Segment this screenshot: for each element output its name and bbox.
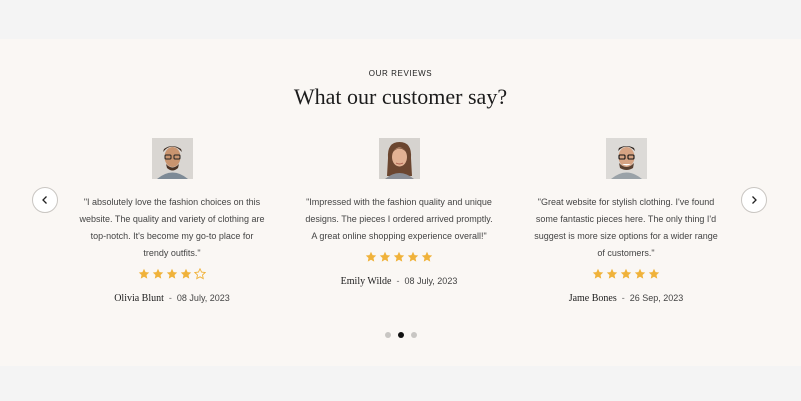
review-date: 08 July, 2023 — [404, 276, 458, 286]
review-card: "Impressed with the fashion quality and … — [304, 138, 494, 287]
reviewer-name: Olivia Blunt — [114, 293, 164, 304]
star-filled-icon — [393, 251, 405, 262]
section-title: What our customer say? — [293, 84, 508, 109]
separator: - — [621, 293, 625, 303]
star-filled-icon — [138, 268, 150, 279]
pagination-dot-1[interactable] — [384, 332, 391, 338]
star-filled-icon — [648, 268, 660, 279]
star-filled-icon — [606, 268, 618, 279]
review-quote: "I absolutely love the fashion choices o… — [79, 197, 265, 258]
review-quote: "Great website for stylish clothing. I'v… — [534, 197, 718, 258]
review-date: 26 Sep, 2023 — [629, 293, 684, 303]
star-rating — [77, 268, 267, 284]
review-meta: Olivia Blunt -08 July, 2023 — [77, 293, 267, 304]
review-meta: Jame Bones -26 Sep, 2023 — [531, 293, 721, 304]
reviewer-name: Emily Wilde — [340, 276, 392, 287]
separator: - — [396, 276, 400, 286]
review-date: 08 July, 2023 — [176, 293, 230, 303]
review-quote: "Impressed with the fashion quality and … — [305, 197, 493, 241]
avatar — [378, 138, 420, 179]
star-filled-icon — [152, 268, 164, 279]
star-rating — [304, 251, 494, 267]
star-filled-icon — [592, 268, 604, 279]
pagination-dot-3[interactable] — [410, 332, 417, 338]
star-rating — [531, 268, 721, 284]
star-filled-icon — [166, 268, 178, 279]
star-empty-icon — [194, 268, 206, 280]
section-eyebrow: OUR REVIEWS — [368, 69, 433, 78]
reviewer-name: Jame Bones — [568, 293, 617, 304]
chevron-right-icon — [752, 196, 757, 204]
prev-button[interactable] — [32, 187, 58, 213]
star-filled-icon — [620, 268, 632, 279]
avatar — [151, 138, 193, 179]
next-button[interactable] — [741, 187, 767, 213]
star-filled-icon — [634, 268, 646, 279]
avatar — [605, 138, 647, 179]
star-filled-icon — [180, 268, 192, 279]
star-filled-icon — [407, 251, 419, 262]
pagination-dot-2[interactable] — [397, 332, 404, 338]
pagination-dots — [0, 332, 801, 338]
star-filled-icon — [379, 251, 391, 262]
review-meta: Emily Wilde -08 July, 2023 — [304, 276, 494, 287]
separator: - — [168, 293, 172, 303]
star-filled-icon — [365, 251, 377, 262]
review-card: "Great website for stylish clothing. I'v… — [531, 138, 721, 304]
chevron-left-icon — [42, 196, 47, 204]
review-card: "I absolutely love the fashion choices o… — [77, 138, 267, 304]
star-filled-icon — [421, 251, 433, 262]
